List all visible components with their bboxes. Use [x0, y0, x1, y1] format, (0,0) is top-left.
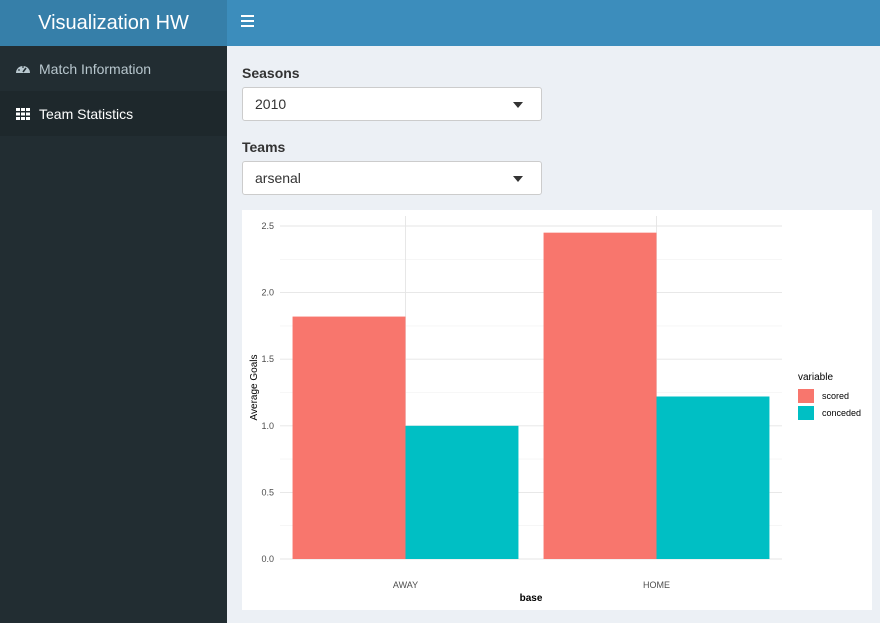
- sidebar-item-label: Team Statistics: [39, 105, 134, 122]
- bar-conceded-home: [656, 396, 770, 559]
- legend-title: variable: [798, 372, 833, 383]
- legend-swatch-scored: [798, 389, 814, 403]
- y-tick-label: 1.5: [261, 354, 274, 364]
- dropdown-caret-icon: [513, 176, 523, 182]
- seasons-label: Seasons: [242, 65, 300, 81]
- dashboard-icon: [16, 65, 30, 73]
- chart-panel: 0.0 0.5 1.0 1.5 2.0 2.5 AWAY HOME base Average Go…: [242, 210, 872, 610]
- sidebar-item-team-statistics[interactable]: Team Statistics: [0, 91, 227, 136]
- sidebar: Match Information Team Statistics: [0, 46, 227, 623]
- bar-chart: 0.0 0.5 1.0 1.5 2.0 2.5 AWAY HOME base Average Go…: [249, 216, 861, 604]
- y-tick-label: 0.0: [261, 554, 274, 564]
- dropdown-caret-icon: [513, 102, 523, 108]
- y-tick-label: 2.5: [261, 221, 274, 231]
- y-tick-label: 1.0: [261, 421, 274, 431]
- x-tick-label: AWAY: [393, 580, 418, 590]
- teams-select-value: arsenal: [255, 170, 301, 186]
- main-content: Seasons 2010 Teams arsenal 0.0 0.5 1.0 1.5 2…: [227, 46, 880, 623]
- x-axis-title: base: [520, 593, 543, 604]
- sidebar-item-match-information[interactable]: Match Information: [0, 46, 227, 91]
- teams-label: Teams: [242, 139, 286, 155]
- legend-swatch-conceded: [798, 406, 814, 420]
- y-tick-label: 0.5: [261, 487, 274, 497]
- app-title: Visualization HW: [0, 0, 227, 46]
- teams-select[interactable]: arsenal: [242, 161, 542, 195]
- bar-scored-away: [292, 316, 406, 559]
- seasons-select[interactable]: 2010: [242, 87, 542, 121]
- legend-label-scored: scored: [822, 391, 849, 401]
- sidebar-item-label: Match Information: [39, 60, 152, 77]
- top-navbar: [227, 0, 880, 46]
- seasons-select-value: 2010: [255, 96, 287, 112]
- y-axis-title: Average Goals: [249, 355, 260, 421]
- bar-conceded-away: [405, 425, 519, 559]
- grid-icon: [16, 107, 30, 120]
- legend-label-conceded: conceded: [822, 408, 861, 418]
- x-tick-label: HOME: [643, 580, 670, 590]
- y-tick-label: 2.0: [261, 288, 274, 298]
- hamburger-menu-icon[interactable]: [241, 14, 255, 28]
- bar-scored-home: [543, 232, 657, 559]
